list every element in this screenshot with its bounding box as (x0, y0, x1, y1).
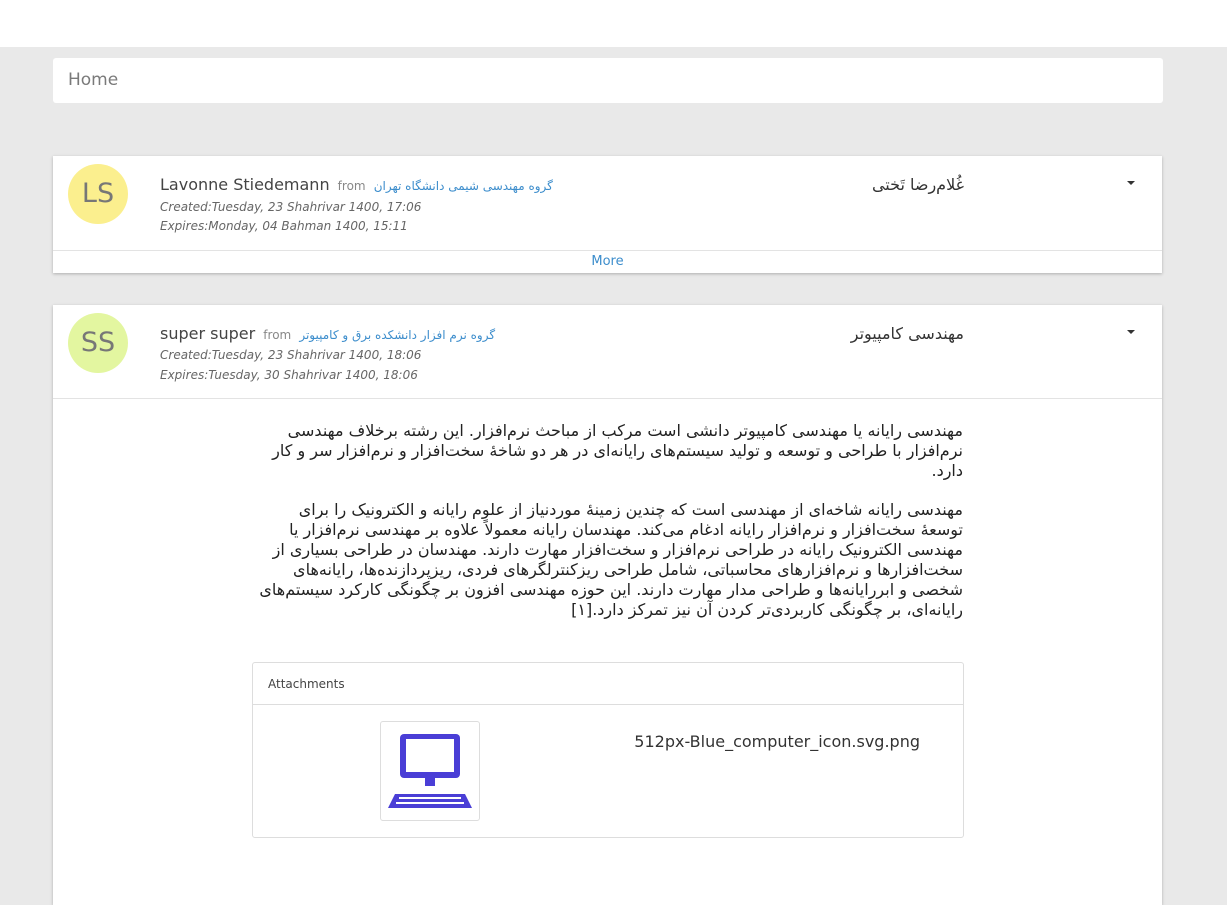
computer-icon (388, 734, 472, 808)
top-navbar (0, 0, 1227, 47)
created-date: Created:Tuesday, 23 Shahrivar 1400, 18:0… (160, 348, 422, 362)
sender-group-link[interactable]: گروه نرم افزار دانشکده برق و کامپیوتر (299, 328, 495, 342)
created-date: Created:Tuesday, 23 Shahrivar 1400, 17:0… (160, 200, 422, 214)
sender-name: Lavonne Stiedemann (160, 175, 330, 194)
message-card: SS super super from گروه نرم افزار دانشک… (53, 305, 1162, 905)
caret-down-icon[interactable] (1127, 330, 1135, 334)
message-card: LS Lavonne Stiedemann from گروه مهندسی ش… (53, 156, 1162, 273)
message-body: مهندسی رایانه یا مهندسی کامپیوتر دانشی ا… (253, 421, 963, 639)
sender-line: super super from گروه نرم افزار دانشکده … (160, 324, 495, 343)
breadcrumb: Home (53, 58, 1163, 103)
caret-down-icon[interactable] (1127, 181, 1135, 185)
sender-line: Lavonne Stiedemann from گروه مهندسی شیمی… (160, 175, 553, 194)
divider (53, 250, 1162, 251)
from-label: from (263, 328, 292, 342)
body-paragraph: مهندسی رایانه یا مهندسی کامپیوتر دانشی ا… (272, 421, 963, 480)
attachment-thumbnail[interactable] (380, 721, 480, 821)
message-subject: غُلام‌رضا تَختی (871, 175, 964, 194)
breadcrumb-home[interactable]: Home (68, 70, 118, 90)
avatar: LS (68, 164, 128, 224)
avatar: SS (68, 313, 128, 373)
from-label: from (337, 179, 366, 193)
sender-name: super super (160, 324, 256, 343)
expires-date: Expires:Monday, 04 Bahman 1400, 15:11 (160, 219, 408, 233)
expires-date: Expires:Tuesday, 30 Shahrivar 1400, 18:0… (160, 368, 418, 382)
sender-group-link[interactable]: گروه مهندسی شیمی دانشگاه تهران (374, 179, 553, 193)
body-paragraph: مهندسی رایانه شاخه‌ای از مهندسی است که چ… (259, 500, 963, 619)
attachments-title: Attachments (253, 663, 963, 705)
divider (53, 398, 1162, 399)
message-subject: مهندسی کامپیوتر (850, 324, 964, 343)
attachment-filename[interactable]: 512px-Blue_computer_icon.svg.png (634, 732, 920, 751)
attachments-panel: Attachments 512px-Blue_computer_icon.svg… (252, 662, 964, 838)
more-link[interactable]: More (53, 254, 1162, 269)
